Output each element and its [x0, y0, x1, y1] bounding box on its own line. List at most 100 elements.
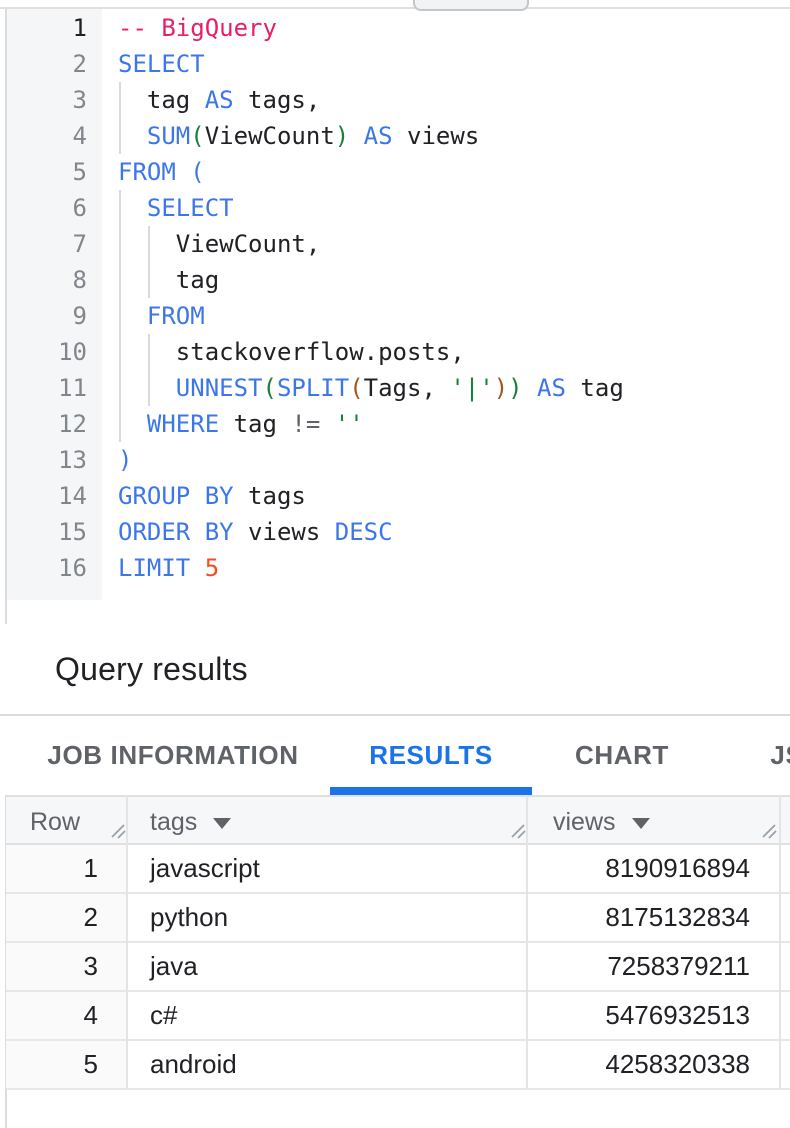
- code-line[interactable]: FROM (: [118, 154, 205, 190]
- line-number: 9: [7, 298, 87, 334]
- code-line[interactable]: UNNEST(SPLIT(Tags, '|')) AS tag: [118, 370, 624, 406]
- token-p3: (: [349, 374, 363, 402]
- token-plain: [118, 410, 147, 438]
- column-header-views: views: [526, 797, 779, 847]
- editor-top-divider: [0, 0, 790, 9]
- code-line[interactable]: LIMIT 5: [118, 550, 219, 586]
- token-kw: UNNEST: [176, 374, 263, 402]
- page-title: Query results: [55, 651, 248, 688]
- results-tabbar: JOB INFORMATIONRESULTSCHARTJSON: [0, 716, 790, 795]
- code-line[interactable]: ViewCount,: [118, 226, 320, 262]
- cell-views: 7258379211: [526, 943, 779, 990]
- token-kw: SELECT: [118, 50, 205, 78]
- line-number: 4: [7, 118, 87, 154]
- code-line[interactable]: GROUP BY tags: [118, 478, 306, 514]
- column-resize-grip-icon[interactable]: [761, 823, 777, 839]
- token-plain: tag: [118, 86, 190, 114]
- token-str: '|': [436, 374, 494, 402]
- cell-views: 8175132834: [526, 894, 779, 941]
- column-menu-arrow-icon[interactable]: [213, 818, 231, 829]
- line-number: 13: [7, 442, 87, 478]
- sql-editor[interactable]: 1-- BigQuery2SELECT3 tag AS tags,4 SUM(V…: [7, 9, 790, 622]
- token-plain: ViewCount,: [118, 230, 320, 258]
- token-plain: tag: [566, 374, 624, 402]
- column-resize-grip-icon[interactable]: [110, 823, 126, 839]
- token-plain: tags: [234, 482, 306, 510]
- code-line[interactable]: ): [118, 442, 132, 478]
- code-line[interactable]: tag: [118, 262, 219, 298]
- token-kw: SUM: [147, 122, 190, 150]
- code-line[interactable]: ORDER BY views DESC: [118, 514, 393, 550]
- token-kw: FROM: [118, 158, 176, 186]
- token-kw: SPLIT: [277, 374, 349, 402]
- token-plain: stackoverflow.posts,: [118, 338, 465, 366]
- results-table: Row tags views 1javascript81909168942pyt…: [6, 795, 790, 1090]
- cell-tags: java: [126, 943, 526, 990]
- panel-resize-handle[interactable]: [413, 0, 529, 11]
- token-plain: views: [393, 122, 480, 150]
- column-label: views: [553, 808, 616, 837]
- token-str: '': [320, 410, 363, 438]
- active-tab-underline: [330, 787, 532, 795]
- token-plain: [118, 194, 147, 222]
- table-row: 4c#5476932513: [6, 992, 790, 1041]
- column-menu-arrow-icon[interactable]: [632, 818, 650, 829]
- line-number: 5: [7, 154, 87, 190]
- table-row: 2python8175132834: [6, 894, 790, 943]
- token-plain: views: [234, 518, 321, 546]
- token-kw: DESC: [320, 518, 392, 546]
- query-results-header: Query results: [0, 624, 790, 716]
- token-kw: AS: [190, 86, 233, 114]
- token-num: 5: [190, 554, 219, 582]
- table-row: 3java7258379211: [6, 943, 790, 992]
- code-line[interactable]: tag AS tags,: [118, 82, 320, 118]
- line-number: 6: [7, 190, 87, 226]
- tab-json[interactable]: JSON: [712, 716, 790, 795]
- cell-row-number: 1: [6, 845, 126, 892]
- cell-views: 5476932513: [526, 992, 779, 1039]
- line-number: 15: [7, 514, 87, 550]
- token-plain: [118, 302, 147, 330]
- code-line[interactable]: -- BigQuery: [118, 10, 277, 46]
- cell-views: 8190916894: [526, 845, 779, 892]
- token-p1: (: [176, 158, 205, 186]
- cell-tags: javascript: [126, 845, 526, 892]
- token-plain: [118, 122, 147, 150]
- column-label: tags: [150, 808, 197, 837]
- token-p2: ): [335, 122, 349, 150]
- code-line[interactable]: SUM(ViewCount) AS views: [118, 118, 479, 154]
- token-p3: ): [494, 374, 508, 402]
- line-number: 12: [7, 406, 87, 442]
- line-number: 11: [7, 370, 87, 406]
- line-number: 10: [7, 334, 87, 370]
- line-number: 7: [7, 226, 87, 262]
- token-kw: LIMIT: [118, 554, 190, 582]
- token-plain: tags,: [234, 86, 321, 114]
- token-kw: AS: [349, 122, 392, 150]
- code-line[interactable]: SELECT: [118, 190, 234, 226]
- cell-tags: android: [126, 1041, 526, 1088]
- cell-views: 4258320338: [526, 1041, 779, 1088]
- token-plain: tag: [219, 410, 291, 438]
- column-label: Row: [30, 808, 80, 837]
- line-number: 14: [7, 478, 87, 514]
- token-p1: ): [118, 446, 132, 474]
- tab-job-information[interactable]: JOB INFORMATION: [16, 716, 330, 795]
- tab-results[interactable]: RESULTS: [330, 716, 532, 795]
- table-row: 1javascript8190916894: [6, 845, 790, 894]
- code-line[interactable]: SELECT: [118, 46, 205, 82]
- token-kw: ORDER BY: [118, 518, 234, 546]
- token-plain: ViewCount: [205, 122, 335, 150]
- cell-row-number: 3: [6, 943, 126, 990]
- code-line[interactable]: WHERE tag != '': [118, 406, 364, 442]
- tab-chart[interactable]: CHART: [532, 716, 712, 795]
- table-row: 5android4258320338: [6, 1041, 790, 1090]
- token-op: !=: [291, 410, 320, 438]
- token-plain: tag: [118, 266, 219, 294]
- token-comment: -- BigQuery: [118, 14, 277, 42]
- code-line[interactable]: stackoverflow.posts,: [118, 334, 465, 370]
- line-number: 8: [7, 262, 87, 298]
- column-resize-grip-icon[interactable]: [510, 823, 526, 839]
- code-line[interactable]: FROM: [118, 298, 205, 334]
- token-p2: ): [508, 374, 522, 402]
